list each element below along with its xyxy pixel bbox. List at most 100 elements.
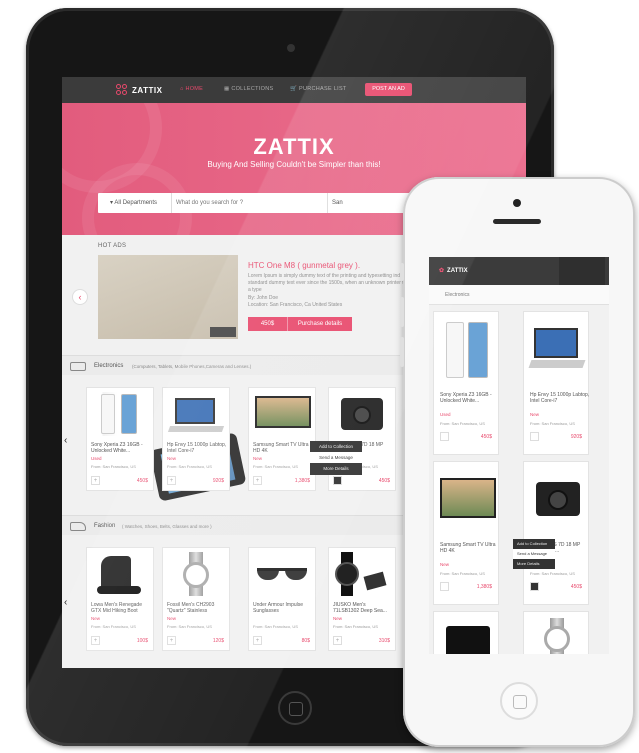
product-price: 1,380$	[476, 584, 492, 590]
product-price: 450$	[136, 478, 148, 484]
product-card[interactable]: JIUSKO Men's 71LSB1302 Deep Sea... New F…	[328, 547, 396, 651]
plus-icon[interactable]	[440, 582, 449, 591]
chevron-left-icon[interactable]: ‹	[64, 597, 72, 608]
category-name[interactable]: Fashion	[94, 523, 115, 529]
product-card[interactable]: Samsung Smart TV Ultra HD 4K New From: S…	[248, 387, 316, 491]
plus-icon[interactable]: +	[333, 636, 342, 645]
product-location: From: San Francisco, US	[91, 464, 136, 469]
plus-icon[interactable]: +	[91, 476, 100, 485]
phone-volume-down	[400, 337, 404, 367]
menu-item-add-to-collection[interactable]: Add to Collection	[513, 539, 555, 549]
plus-icon[interactable]: +	[253, 476, 262, 485]
phone-volume-up	[400, 297, 404, 327]
plus-icon[interactable]	[530, 582, 539, 591]
product-card[interactable]: Sony Xperia Z3 16GB - Unlocked White... …	[433, 311, 499, 455]
product-price: 920$	[212, 478, 224, 484]
category-sub: ( Watches, Shoes, Belts, Glasses and mor…	[122, 524, 212, 529]
chevron-left-icon[interactable]: ‹	[72, 289, 88, 305]
product-price: 450$	[570, 584, 582, 590]
product-card[interactable]: Canon EOS 7D 18 MP Digital SLR... Used F…	[523, 461, 589, 605]
product-price: 920$	[570, 434, 582, 440]
product-card[interactable]: Lowa Men's Renegade GTX Mid Hiking Boot …	[86, 547, 154, 651]
search-input[interactable]: What do you search for ?	[172, 193, 328, 213]
menu-item-send-message[interactable]: Send a Message	[513, 549, 555, 559]
phone-nav-menu[interactable]	[559, 257, 605, 285]
menu-item-add-to-collection[interactable]: Add to Collection	[310, 441, 362, 452]
product-name: Lowa Men's Renegade GTX Mid Hiking Boot	[91, 602, 142, 614]
hot-ads-label: HOT ADS	[98, 243, 127, 249]
product-price: 450$	[378, 478, 390, 484]
nav-home[interactable]: ⌂ HOME	[180, 86, 203, 92]
plus-icon[interactable]	[440, 432, 449, 441]
plus-icon[interactable]	[530, 432, 539, 441]
product-image	[530, 468, 584, 538]
nav-home-label: HOME	[185, 86, 204, 92]
product-price: 100$	[136, 638, 148, 644]
hero-title: ZATTIX	[253, 134, 335, 159]
slider-arrows[interactable]	[210, 327, 236, 337]
brand-name: ZATTIX	[132, 85, 163, 95]
product-card[interactable]: Under Armour Impulse Sunglasses From: Sa…	[248, 547, 316, 651]
product-name: Under Armour Impulse Sunglasses	[253, 602, 304, 614]
product-card[interactable]: Canon EOS 7D 18 MP Digital SLR... Used F…	[328, 387, 396, 491]
phone-screen: ✿ ZATTIX Electronics Sony Xperia Z3 16GB …	[429, 257, 609, 654]
product-location: From: San Francisco, US	[440, 421, 485, 426]
purchase-details-label: Purchase details	[297, 321, 343, 327]
product-status: Used	[440, 412, 451, 417]
product-name: JIUSKO Men's 71LSB1302 Deep Sea...	[333, 602, 387, 614]
hot-ad-title[interactable]: HTC One M8 ( gunmetal grey ).	[248, 261, 360, 270]
department-value: All Departments	[114, 200, 158, 206]
brand-name: ZATTIX	[447, 267, 468, 274]
product-image	[253, 552, 311, 596]
device-mockup: ZATTIX ⌂ HOME ▦ COLLECTIONS 🛒 PURCHASE L…	[0, 0, 639, 753]
product-status: New	[253, 456, 263, 461]
product-card[interactable]: Samsung Smart TV Ultra HD 4K New From: S…	[433, 461, 499, 605]
product-card[interactable]	[433, 611, 499, 654]
phone-camera	[513, 199, 521, 207]
product-image	[530, 618, 584, 654]
nav-purchase-list[interactable]: 🛒 PURCHASE LIST	[290, 86, 347, 92]
plus-icon[interactable]: +	[253, 636, 262, 645]
context-menu: Add to Collection Send a Message More De…	[310, 441, 362, 475]
product-card[interactable]: Hp Envy 15 1000p Labtop, Intel Core-i7 N…	[523, 311, 589, 455]
phone-home-button[interactable]	[500, 682, 538, 720]
product-card[interactable]: Sony Xperia Z3 16GB - Unlocked White... …	[86, 387, 154, 491]
chevron-left-icon[interactable]: ‹	[64, 435, 72, 446]
product-card[interactable]	[523, 611, 589, 654]
logo-icon	[116, 84, 128, 96]
brand-logo[interactable]: ✿ ZATTIX	[439, 267, 468, 275]
product-name: Samsung Smart TV Ultra HD 4K	[253, 442, 309, 454]
plus-icon[interactable]: +	[167, 636, 176, 645]
product-price: 310$	[378, 638, 390, 644]
menu-item-send-message[interactable]: Send a Message	[310, 452, 362, 463]
brand-logo[interactable]: ZATTIX	[116, 84, 162, 96]
post-ad-button[interactable]: POST AN AD	[365, 83, 412, 96]
plus-icon[interactable]: +	[91, 636, 100, 645]
plus-icon[interactable]	[333, 476, 342, 485]
product-card[interactable]: Fossil Men's CH2903 "Quartz" Stainless N…	[162, 547, 230, 651]
product-price: 450$	[480, 434, 492, 440]
product-location: From: San Francisco, US	[91, 624, 136, 629]
purchase-button[interactable]: 450$ Purchase details	[248, 317, 352, 331]
hot-ad-author: By: John Doe	[248, 295, 279, 301]
product-name: Sony Xperia Z3 16GB - Unlocked White...	[440, 392, 492, 404]
product-image	[91, 552, 149, 596]
product-card[interactable]: Hp Envy 15 1000p Labtop, Intel Core-i7 N…	[162, 387, 230, 491]
product-image	[440, 618, 494, 654]
menu-item-more-details[interactable]: More Details	[513, 559, 555, 569]
product-name: Fossil Men's CH2903 "Quartz" Stainless	[167, 602, 215, 614]
menu-item-more-details[interactable]: More Details	[310, 463, 362, 474]
department-select[interactable]: ▾ All Departments	[98, 193, 172, 213]
breadcrumb-label[interactable]: Electronics	[445, 292, 469, 298]
product-status: Used	[91, 456, 102, 461]
product-status: New	[333, 616, 343, 621]
tablet-home-button[interactable]	[278, 691, 312, 725]
product-location: From: San Francisco, US	[253, 624, 298, 629]
category-name[interactable]: Electronics	[94, 363, 123, 369]
hot-ad-location: Location: San Francisco, Ca United State…	[248, 302, 343, 308]
plus-icon[interactable]: +	[167, 476, 176, 485]
phone-breadcrumb: Electronics	[429, 285, 609, 305]
product-image	[440, 468, 496, 538]
product-name: Hp Envy 15 1000p Labtop, Intel Core-i7	[167, 442, 227, 454]
nav-collections[interactable]: ▦ COLLECTIONS	[224, 86, 273, 92]
